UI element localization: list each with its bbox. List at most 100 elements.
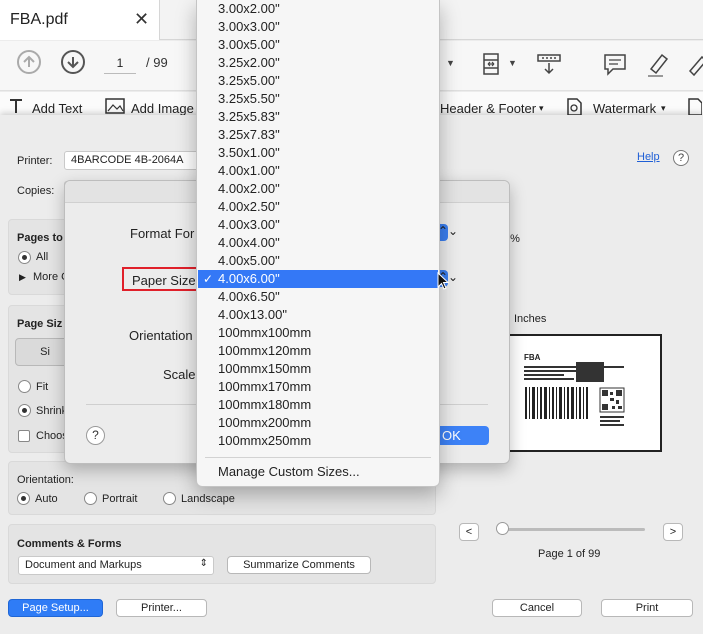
orientation-auto-radio[interactable]: [17, 492, 30, 505]
document-tab[interactable]: FBA.pdf ✕: [0, 0, 160, 40]
printer-button[interactable]: Printer...: [116, 599, 207, 617]
paper-size-option[interactable]: 100mmx100mm: [198, 324, 438, 342]
pages-all-radio[interactable]: [18, 251, 31, 264]
orientation-portrait-radio[interactable]: [84, 492, 97, 505]
page-setup-button[interactable]: Page Setup...: [8, 599, 103, 617]
paper-size-option-label: 100mmx180mm: [218, 397, 312, 412]
paper-size-option[interactable]: 3.00x2.00": [198, 0, 438, 18]
paper-size-option[interactable]: 3.25x2.00": [198, 54, 438, 72]
fit-label: Fit: [36, 381, 49, 393]
watermark-caret[interactable]: ▾: [661, 103, 666, 114]
manage-custom-sizes-item[interactable]: Manage Custom Sizes...: [198, 463, 438, 481]
paper-size-option[interactable]: 3.50x1.00": [198, 144, 438, 162]
label-preview-graphic: FBA: [524, 353, 625, 426]
fit-dropdown-caret[interactable]: ▼: [508, 58, 517, 68]
setup-help-icon[interactable]: ?: [86, 426, 105, 445]
printer-label: Printer:: [17, 155, 53, 167]
add-text-button[interactable]: Add Text: [32, 101, 82, 116]
page-transform-icon[interactable]: [535, 49, 565, 79]
checkmark-icon: ✓: [203, 272, 214, 286]
cancel-button[interactable]: Cancel: [492, 599, 582, 617]
print-preview: FBA: [504, 334, 662, 452]
paper-size-option[interactable]: 3.25x5.50": [198, 90, 438, 108]
fit-radio[interactable]: [18, 380, 31, 393]
paper-size-highlight: [122, 267, 200, 291]
paper-size-option-label: 4.00x6.00": [218, 271, 280, 286]
shrink-radio[interactable]: [18, 404, 31, 417]
paper-size-option-label: 4.00x13.00": [218, 307, 287, 322]
paper-size-option[interactable]: 3.00x3.00": [198, 18, 438, 36]
paper-size-option[interactable]: 4.00x2.00": [198, 180, 438, 198]
paper-size-option[interactable]: 100mmx170mm: [198, 378, 438, 396]
paper-size-option-label: 4.00x5.00": [218, 253, 280, 268]
printer-select[interactable]: 4BARCODE 4B-2064A: [64, 151, 204, 170]
paper-size-option-label: 4.00x2.00": [218, 181, 280, 196]
ok-button[interactable]: OK: [434, 426, 489, 445]
summarize-comments-label: Summarize Comments: [243, 559, 355, 571]
paper-size-option[interactable]: 4.00x3.00": [198, 216, 438, 234]
comment-icon[interactable]: [600, 49, 630, 79]
document-icon[interactable]: [688, 98, 702, 116]
paper-size-option-label: 3.50x1.00": [218, 145, 280, 160]
header-footer-button[interactable]: Header & Footer: [440, 101, 536, 116]
paper-size-option[interactable]: 100mmx150mm: [198, 360, 438, 378]
paper-size-option-label: 3.25x7.83": [218, 127, 280, 142]
orientation-portrait-label: Portrait: [102, 493, 138, 505]
mouse-cursor-icon: [437, 272, 449, 290]
paper-size-option[interactable]: 3.00x5.00": [198, 36, 438, 54]
scale-label: Scale: [163, 367, 196, 382]
paper-size-option[interactable]: 100mmx120mm: [198, 342, 438, 360]
image-icon: [105, 98, 125, 114]
paper-size-option[interactable]: ✓ 4.00x6.00": [198, 270, 438, 288]
paper-size-option[interactable]: 4.00x4.00": [198, 234, 438, 252]
zoom-dropdown-caret[interactable]: ▼: [446, 58, 455, 68]
comments-select[interactable]: Document and Markups ⇕: [18, 556, 214, 575]
paper-size-option[interactable]: 4.00x2.50": [198, 198, 438, 216]
comments-forms-heading: Comments & Forms: [17, 538, 122, 550]
pages-all-label: All: [36, 251, 49, 263]
printer-button-label: Printer...: [141, 602, 182, 614]
orientation-landscape-radio[interactable]: [163, 492, 176, 505]
previous-page-icon[interactable]: [17, 50, 41, 74]
paper-size-option[interactable]: 3.25x5.00": [198, 72, 438, 90]
help-link[interactable]: Help: [637, 151, 660, 163]
close-tab-icon[interactable]: ✕: [134, 9, 149, 30]
previous-page-label: <: [465, 526, 473, 538]
page-slider-thumb[interactable]: [496, 522, 509, 535]
paper-size-option[interactable]: 100mmx200mm: [198, 414, 438, 432]
next-page-icon[interactable]: [61, 50, 85, 74]
paper-size-option[interactable]: 4.00x5.00": [198, 252, 438, 270]
add-image-button[interactable]: Add Image: [131, 101, 194, 116]
paper-size-option-label: 3.25x5.83": [218, 109, 280, 124]
paper-size-option[interactable]: 4.00x13.00": [198, 306, 438, 324]
pen-icon[interactable]: [684, 49, 703, 79]
page-sizing-heading: Page Siz: [17, 318, 63, 330]
paper-size-option-label: 100mmx100mm: [218, 325, 312, 340]
paper-size-option[interactable]: 4.00x6.50": [198, 288, 438, 306]
help-question-icon[interactable]: ?: [673, 150, 689, 166]
paper-size-option-label: 100mmx120mm: [218, 343, 312, 358]
paper-size-option-label: 4.00x1.00": [218, 163, 280, 178]
header-footer-caret[interactable]: ▾: [539, 103, 544, 114]
fit-page-icon[interactable]: [480, 49, 510, 79]
highlight-icon[interactable]: [643, 49, 673, 79]
watermark-button[interactable]: Watermark: [593, 101, 656, 116]
disclosure-triangle-icon[interactable]: ▶: [19, 272, 26, 283]
summarize-comments-button[interactable]: Summarize Comments: [227, 556, 371, 574]
print-button[interactable]: Print: [601, 599, 693, 617]
previous-page-button[interactable]: <: [459, 523, 479, 541]
paper-size-option[interactable]: 4.00x1.00": [198, 162, 438, 180]
page-number-input[interactable]: [104, 52, 136, 74]
paper-size-option[interactable]: 3.25x5.83": [198, 108, 438, 126]
page-slider-track[interactable]: [500, 528, 645, 531]
paper-size-option-label: 4.00x6.50": [218, 289, 280, 304]
paper-size-option[interactable]: 100mmx250mm: [198, 432, 438, 450]
shrink-label: Shrink: [36, 405, 68, 417]
page-setup-label: Page Setup...: [22, 602, 89, 614]
next-page-button[interactable]: >: [663, 523, 683, 541]
printer-value: 4BARCODE 4B-2064A: [71, 154, 184, 166]
paper-size-option[interactable]: 100mmx180mm: [198, 396, 438, 414]
paper-size-option[interactable]: 3.25x7.83": [198, 126, 438, 144]
paper-size-option-label: 3.00x5.00": [218, 37, 280, 52]
choose-checkbox[interactable]: [18, 430, 30, 442]
